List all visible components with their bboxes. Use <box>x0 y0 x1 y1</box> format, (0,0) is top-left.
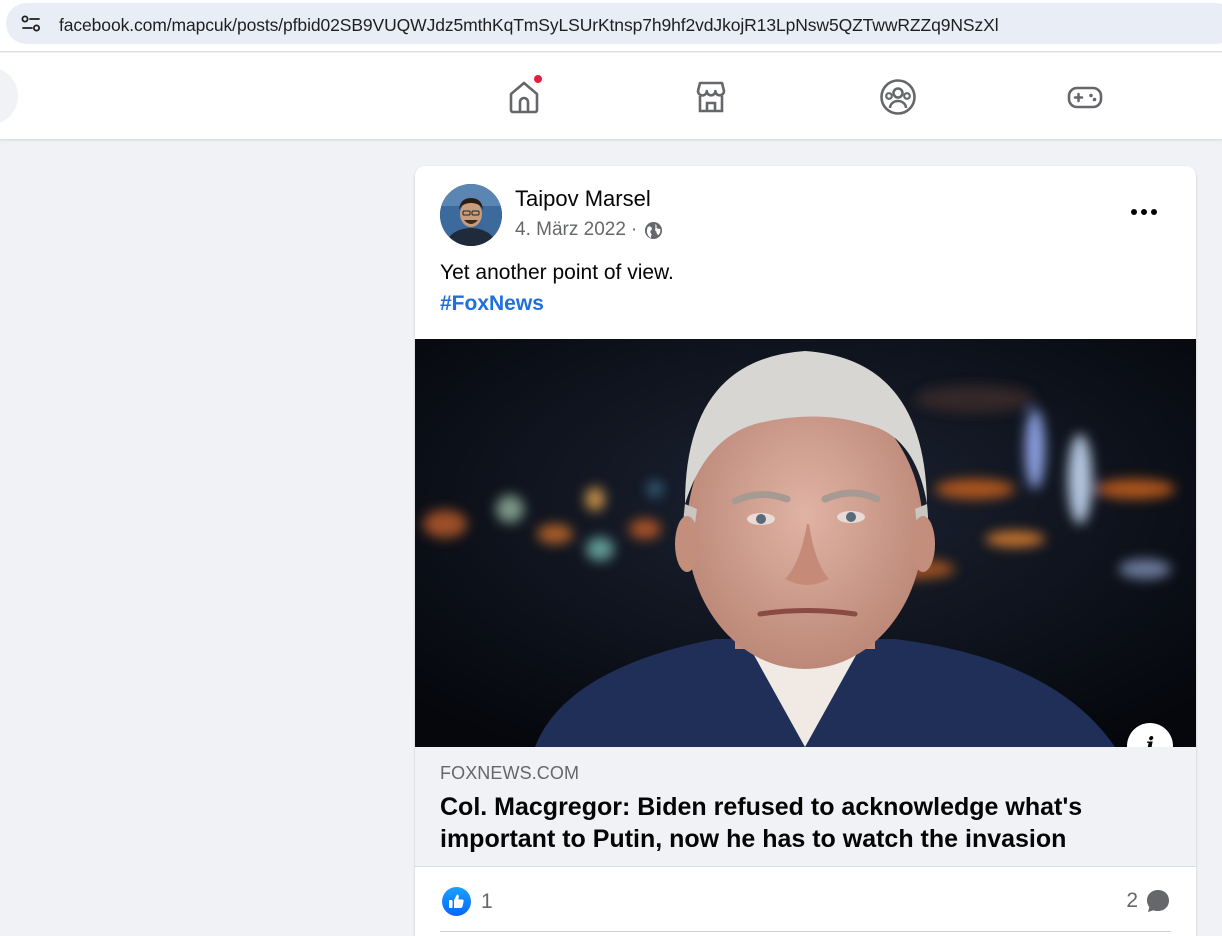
site-info-icon[interactable] <box>20 14 42 34</box>
link-title: Col. Macgregor: Biden refused to acknowl… <box>440 793 1083 853</box>
nav-tab-gaming[interactable] <box>1061 73 1109 121</box>
link-preview-image[interactable] <box>415 339 1196 747</box>
comment-count[interactable]: 2 <box>1126 889 1138 913</box>
action-divider <box>440 931 1171 932</box>
link-preview[interactable]: FOXNEWS.COM Col. Macgregor: Biden refuse… <box>415 747 1196 867</box>
post-options-button[interactable] <box>1122 194 1166 230</box>
like-reaction-icon[interactable] <box>442 887 471 916</box>
globe-icon[interactable] <box>644 221 663 240</box>
search-field[interactable] <box>0 67 18 125</box>
nav-tab-groups[interactable] <box>874 73 922 121</box>
link-domain: FOXNEWS.COM <box>440 763 580 783</box>
notification-dot <box>532 73 544 85</box>
hashtag-link[interactable]: #FoxNews <box>440 292 544 316</box>
comment-icon[interactable] <box>1145 888 1171 914</box>
url-text[interactable]: facebook.com/mapcuk/posts/pfbid02SB9VUQW… <box>59 15 999 36</box>
author-name[interactable]: Taipov Marsel <box>515 186 651 212</box>
post-card: Taipov Marsel 4. März 2022 · Yet another… <box>415 166 1196 936</box>
facebook-top-nav <box>0 53 1222 140</box>
avatar-photo <box>440 184 502 246</box>
more-horizontal-icon <box>1131 209 1157 215</box>
address-bar[interactable]: facebook.com/mapcuk/posts/pfbid02SB9VUQW… <box>6 3 1222 44</box>
nav-tab-home[interactable] <box>500 73 548 121</box>
reactions-bar: 1 2 <box>415 867 1196 935</box>
marketplace-icon <box>696 81 726 113</box>
avatar[interactable] <box>440 184 502 246</box>
browser-toolbar: facebook.com/mapcuk/posts/pfbid02SB9VUQW… <box>0 0 1222 52</box>
like-count[interactable]: 1 <box>481 890 493 914</box>
thumbs-up-icon <box>449 894 464 908</box>
groups-icon <box>880 79 916 115</box>
post-text: Yet another point of view. <box>440 261 674 284</box>
gaming-icon <box>1067 86 1103 109</box>
post-date[interactable]: 4. März 2022 <box>515 219 626 241</box>
post-meta: 4. März 2022 · <box>515 219 663 241</box>
nav-tab-marketplace[interactable] <box>687 73 735 121</box>
news-photo <box>415 339 1196 747</box>
meta-separator: · <box>630 219 638 240</box>
